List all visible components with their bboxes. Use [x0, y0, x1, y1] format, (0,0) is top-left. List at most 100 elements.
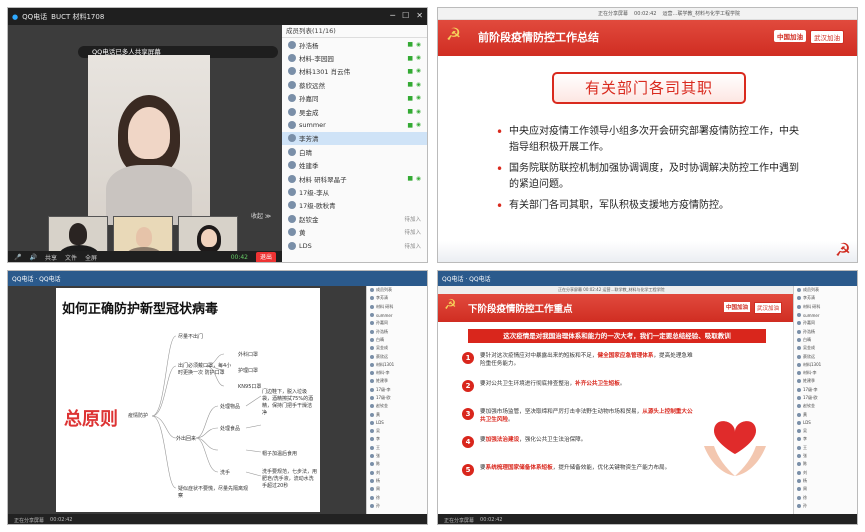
- sidebar-member-row[interactable]: 周: [367, 485, 427, 493]
- sidebar-member-name: 蔡欣远: [376, 353, 388, 359]
- member-row[interactable]: 17级-李从: [282, 185, 427, 198]
- member-row[interactable]: 材料 研科翠晶子 ■ ◉: [282, 172, 427, 185]
- minimize-icon[interactable]: ─: [390, 11, 395, 20]
- sidebar-member-row[interactable]: summer: [367, 311, 427, 319]
- sidebar-member-row[interactable]: 孙: [794, 502, 857, 510]
- member-row[interactable]: 吴金成 ■ ◉: [282, 105, 427, 118]
- member-row[interactable]: 白晴: [282, 145, 427, 158]
- avatar: [288, 94, 296, 103]
- sidebar-member-row[interactable]: 赵钦金: [367, 402, 427, 410]
- app-name: QQ电话: [22, 12, 48, 21]
- sidebar-member-row[interactable]: 蔡欣远: [367, 352, 427, 360]
- share-button[interactable]: 共享: [45, 253, 57, 262]
- sidebar-member-row[interactable]: 材料 研科: [367, 303, 427, 311]
- sidebar-member-row[interactable]: 成员列表: [367, 286, 427, 294]
- member-row[interactable]: 材料-李园园 ■ ◉: [282, 51, 427, 64]
- file-button[interactable]: 文件: [65, 253, 77, 262]
- main-video-feed[interactable]: [88, 55, 210, 225]
- sidebar-member-row[interactable]: 17级-李: [367, 386, 427, 394]
- mindmap-node: 处理食品: [220, 426, 241, 432]
- sidebar-member-row[interactable]: 孙浩杨: [367, 327, 427, 335]
- sidebar-member-row[interactable]: 材料 研科: [794, 303, 857, 311]
- sidebar-member-row[interactable]: LDS: [794, 419, 857, 427]
- member-row[interactable]: LDS 待加入: [282, 239, 427, 252]
- sidebar-member-row[interactable]: 孙嘉同: [367, 319, 427, 327]
- member-row[interactable]: 17级-欧秋青: [282, 199, 427, 212]
- sidebar-member-row[interactable]: 17级-欧: [794, 394, 857, 402]
- sidebar-member-row[interactable]: 孙: [367, 502, 427, 510]
- priority-item: 1 要针对这次疫情应对中暴露出来的短板和不足，健全国家应急管理体系，提高处理急难险…: [462, 352, 697, 380]
- avatar: [797, 396, 801, 400]
- sidebar-member-row[interactable]: 徐: [367, 493, 427, 501]
- sidebar-member-row[interactable]: 黄: [367, 410, 427, 418]
- sidebar-member-row[interactable]: 白晴: [367, 336, 427, 344]
- avatar: [370, 313, 374, 318]
- participant-1-face: [69, 223, 87, 245]
- sidebar-member-row[interactable]: 材料1301: [794, 361, 857, 369]
- sidebar-member-row[interactable]: 周: [794, 485, 857, 493]
- sidebar-member-row[interactable]: 黄: [794, 410, 857, 418]
- sidebar-member-row[interactable]: 成员列表: [794, 286, 857, 294]
- bullet-list: 中央应对疫情工作领导小组多次开会研究部署疫情防控工作，中央指导组积极开展工作。 …: [496, 124, 801, 219]
- avatar: [797, 420, 801, 425]
- sidebar-member-row[interactable]: 杨: [794, 477, 857, 485]
- sidebar-member-row[interactable]: 刘: [794, 469, 857, 477]
- sidebar-member-row[interactable]: 王: [367, 444, 427, 452]
- sidebar-member-row[interactable]: 材料-李: [794, 369, 857, 377]
- sidebar-member-row[interactable]: 17级-李: [794, 386, 857, 394]
- microphone-icon[interactable]: 🎤: [14, 254, 21, 261]
- sidebar-member-row[interactable]: summer: [794, 311, 857, 319]
- sidebar-member-row[interactable]: 材料-李: [367, 369, 427, 377]
- sidebar-member-name: 吴金成: [803, 345, 815, 351]
- sidebar-member-row[interactable]: 孙嘉同: [794, 319, 857, 327]
- close-icon[interactable]: ✕: [416, 11, 423, 20]
- member-row[interactable]: summer ■ ◉: [282, 118, 427, 131]
- member-row[interactable]: 孙浩杨 ■ ◉: [282, 38, 427, 51]
- speaker-icon[interactable]: 🔊: [29, 254, 36, 261]
- member-row[interactable]: 黄 待加入: [282, 225, 427, 238]
- sidebar-member-row[interactable]: 陈: [794, 460, 857, 468]
- sidebar-member-row[interactable]: 白晴: [794, 336, 857, 344]
- sidebar-member-row[interactable]: 徐: [794, 493, 857, 501]
- item-tail: 。: [507, 417, 514, 423]
- sidebar-member-name: 孙浩杨: [376, 328, 388, 334]
- fullscreen-button[interactable]: 全屏: [85, 253, 97, 262]
- sidebar-member-row[interactable]: 李芳清: [794, 294, 857, 302]
- sidebar-member-row[interactable]: 李: [367, 435, 427, 443]
- item-text: 要加强市场监管，坚决取缔和严厉打击非法野生动物市场和贸易，: [480, 409, 643, 415]
- sidebar-member-name: 吴: [803, 428, 807, 434]
- exit-button[interactable]: 退出: [256, 252, 276, 262]
- sidebar-member-row[interactable]: 陈: [367, 460, 427, 468]
- sidebar-member-row[interactable]: 姓建季: [367, 377, 427, 385]
- sidebar-member-row[interactable]: 孙浩杨: [794, 327, 857, 335]
- member-row[interactable]: 赵钦金 待加入: [282, 212, 427, 225]
- member-row[interactable]: 李芳清: [282, 131, 427, 146]
- sidebar-member-row[interactable]: 材料1301: [367, 361, 427, 369]
- share-status: 正在分享屏幕: [598, 11, 629, 17]
- sidebar-member-row[interactable]: 姓建季: [794, 377, 857, 385]
- sidebar-member-row[interactable]: 吴: [794, 427, 857, 435]
- sidebar-member-row[interactable]: 王: [794, 444, 857, 452]
- member-row[interactable]: 材料1301 肖云伟 ■ ◉: [282, 65, 427, 78]
- maximize-icon[interactable]: ☐: [402, 11, 409, 20]
- sidebar-member-row[interactable]: 蔡欣远: [794, 352, 857, 360]
- sidebar-member-row[interactable]: 吴金成: [367, 344, 427, 352]
- sidebar-member-row[interactable]: 吴: [367, 427, 427, 435]
- sidebar-member-row[interactable]: 杨: [367, 477, 427, 485]
- sidebar-member-row[interactable]: 17级-欧: [367, 394, 427, 402]
- sidebar-member-row[interactable]: 李: [794, 435, 857, 443]
- member-row[interactable]: 蔡欣远然 ■ ◉: [282, 78, 427, 91]
- member-row[interactable]: 孙嘉同 ■ ◉: [282, 92, 427, 105]
- sidebar-member-row[interactable]: 赵钦金: [794, 402, 857, 410]
- sidebar-member-name: 材料 研科: [376, 303, 394, 309]
- sidebar-member-name: 赵钦金: [376, 403, 388, 409]
- member-row[interactable]: 姓建季: [282, 159, 427, 172]
- sidebar-member-row[interactable]: 吴金成: [794, 344, 857, 352]
- sidebar-member-row[interactable]: 刘: [367, 469, 427, 477]
- sidebar-member-row[interactable]: LDS: [367, 419, 427, 427]
- avatar: [797, 354, 801, 359]
- sidebar-member-row[interactable]: 张: [794, 452, 857, 460]
- sidebar-member-row[interactable]: 李芳清: [367, 294, 427, 302]
- collapse-toggle[interactable]: 收起 ≫: [251, 211, 271, 220]
- sidebar-member-row[interactable]: 张: [367, 452, 427, 460]
